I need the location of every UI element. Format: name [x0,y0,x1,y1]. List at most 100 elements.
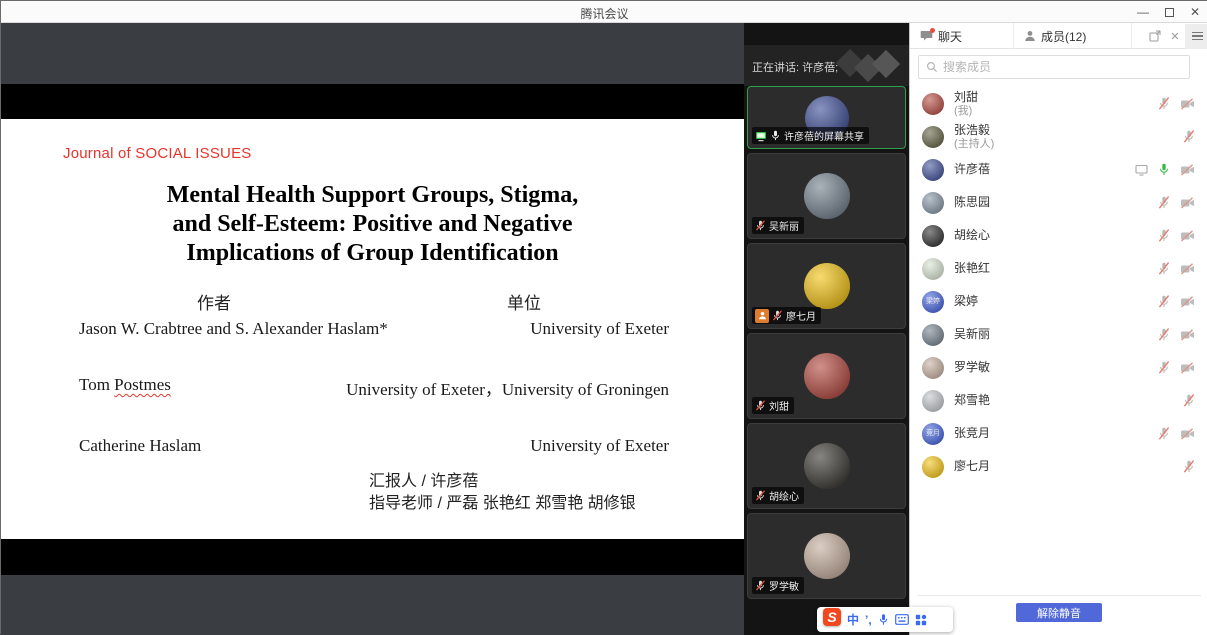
ime-keyboard-icon[interactable] [895,614,909,625]
video-tile[interactable]: 廖七月 [747,243,906,329]
member-avatar [922,126,944,148]
member-search-box[interactable] [918,55,1190,79]
ime-language-toggle[interactable]: 中 [847,611,859,628]
window-title: 腾讯会议 [1,5,1207,22]
slide-title-line2: and Self-Esteem: Positive and Negative [1,210,744,239]
author-affiliation: University of Exeter，University of Groni… [346,375,669,400]
sogou-ime-bar: S 中 ’, [817,607,953,632]
member-texts: 刘甜 (我) [954,90,1158,118]
tab-chat[interactable]: 聊天 [910,23,1014,49]
restore-icon [1165,8,1174,17]
member-role: (我) [954,105,1158,118]
unmute-button[interactable]: 解除静音 [1016,603,1102,622]
member-name: 梁婷 [954,294,1158,309]
tile-name-label: 许彦蓓的屏幕共享 [752,127,869,144]
presentation-slide: Journal of SOCIAL ISSUES Mental Health S… [1,119,744,539]
tab-members[interactable]: 成员(12) [1014,23,1132,49]
member-row[interactable]: 许彦蓓 [910,153,1207,186]
shared-screen-area: Journal of SOCIAL ISSUES Mental Health S… [1,23,744,635]
member-row[interactable]: 郑雪艳 [910,384,1207,417]
mic-muted-icon [1183,460,1195,473]
member-row[interactable]: 胡绘心 [910,219,1207,252]
slide-title-line1: Mental Health Support Groups, Stigma, [1,181,744,210]
member-row[interactable]: 廖七月 [910,450,1207,483]
member-avatar [922,159,944,181]
member-name: 刘甜 [954,90,1158,105]
video-tile[interactable]: 吴新丽 [747,153,906,239]
close-button[interactable]: ✕ [1182,1,1207,23]
member-status-icons [1158,229,1195,242]
ime-mic-icon[interactable] [878,613,889,626]
ime-punctuation-toggle[interactable]: ’, [865,613,872,627]
panel-menu-button[interactable] [1185,24,1207,49]
author-row: Jason W. Crabtree and S. Alexander Hasla… [79,319,669,339]
member-avatar [922,225,944,247]
tile-participant-name: 罗学敏 [769,578,799,593]
presenter-line: 汇报人 / 许彦蓓 [369,471,636,493]
tile-participant-name: 廖七月 [786,308,816,323]
sogou-logo-icon[interactable]: S [823,608,841,626]
member-texts: 胡绘心 [954,228,1158,243]
ime-toolbox-icon[interactable] [915,614,927,626]
chat-members-panel: 聊天 成员(12) ✕ [909,23,1207,635]
tile-name-label: 罗学敏 [752,577,804,594]
video-strip: 正在讲话: 许彦蓓; [744,23,909,635]
member-texts: 张浩毅 (主持人) [954,123,1183,151]
camera-off-icon [1180,329,1195,341]
video-tiles: 许彦蓓的屏幕共享 [744,86,909,603]
camera-off-icon [1180,263,1195,275]
member-avatar [922,93,944,115]
mic-muted-icon [1158,328,1170,341]
tile-participant-name: 胡绘心 [769,488,799,503]
panel-tabbar: 聊天 成员(12) ✕ [910,23,1207,49]
member-row[interactable]: 竞月 张竞月 [910,417,1207,450]
member-status-icons [1158,328,1195,341]
tile-participant-name: 刘甜 [769,398,789,413]
member-row[interactable]: 张艳红 [910,252,1207,285]
screen-share-icon [1135,164,1148,176]
member-row[interactable]: 吴新丽 [910,318,1207,351]
participant-avatar [804,533,850,579]
video-tile[interactable]: 刘甜 [747,333,906,419]
video-tile[interactable]: 许彦蓓的屏幕共享 [747,86,906,149]
member-role: (主持人) [954,138,1183,151]
author-affiliation: University of Exeter [530,319,669,339]
member-row[interactable]: 陈思园 [910,186,1207,219]
slide-title: Mental Health Support Groups, Stigma, an… [1,181,744,268]
author-row: Tom Postmes University of Exeter，Univers… [79,375,669,400]
participant-avatar [804,173,850,219]
speaking-label: 正在讲话: 许彦蓓; [752,59,838,75]
author-column-header: 作者 [197,289,231,314]
popout-button[interactable] [1145,23,1165,49]
member-texts: 梁婷 [954,294,1158,309]
tile-participant-name: 许彦蓓的屏幕共享 [784,128,864,143]
member-name: 吴新丽 [954,327,1158,342]
mic-on-icon [1158,163,1170,176]
member-row[interactable]: 梁婷 梁婷 [910,285,1207,318]
mic-muted-icon [1158,361,1170,374]
mic-muted-icon [772,310,783,321]
member-list: 刘甜 (我) [910,87,1207,483]
video-tile[interactable]: 罗学敏 [747,513,906,599]
member-status-icons [1158,361,1195,374]
hand-raised-icon [755,309,769,323]
video-tile[interactable]: 胡绘心 [747,423,906,509]
affiliation-column-header: 单位 [507,289,541,314]
member-status-icons [1158,427,1195,440]
minimize-button[interactable]: — [1130,1,1156,23]
tab-chat-label: 聊天 [938,28,962,45]
camera-off-icon [1180,362,1195,374]
restore-button[interactable] [1156,1,1182,23]
search-input[interactable] [943,60,1182,74]
panel-close-button[interactable]: ✕ [1165,23,1185,49]
member-texts: 张竞月 [954,426,1158,441]
member-texts: 廖七月 [954,459,1183,474]
tile-participant-name: 吴新丽 [769,218,799,233]
mic-muted-icon [755,580,766,591]
tencent-meeting-window: 腾讯会议 — ✕ Journal of SOCIAL ISSUES Mental… [0,0,1207,634]
member-row[interactable]: 张浩毅 (主持人) [910,120,1207,153]
member-row[interactable]: 罗学敏 [910,351,1207,384]
camera-off-icon [1180,197,1195,209]
member-row[interactable]: 刘甜 (我) [910,87,1207,120]
member-avatar [922,324,944,346]
